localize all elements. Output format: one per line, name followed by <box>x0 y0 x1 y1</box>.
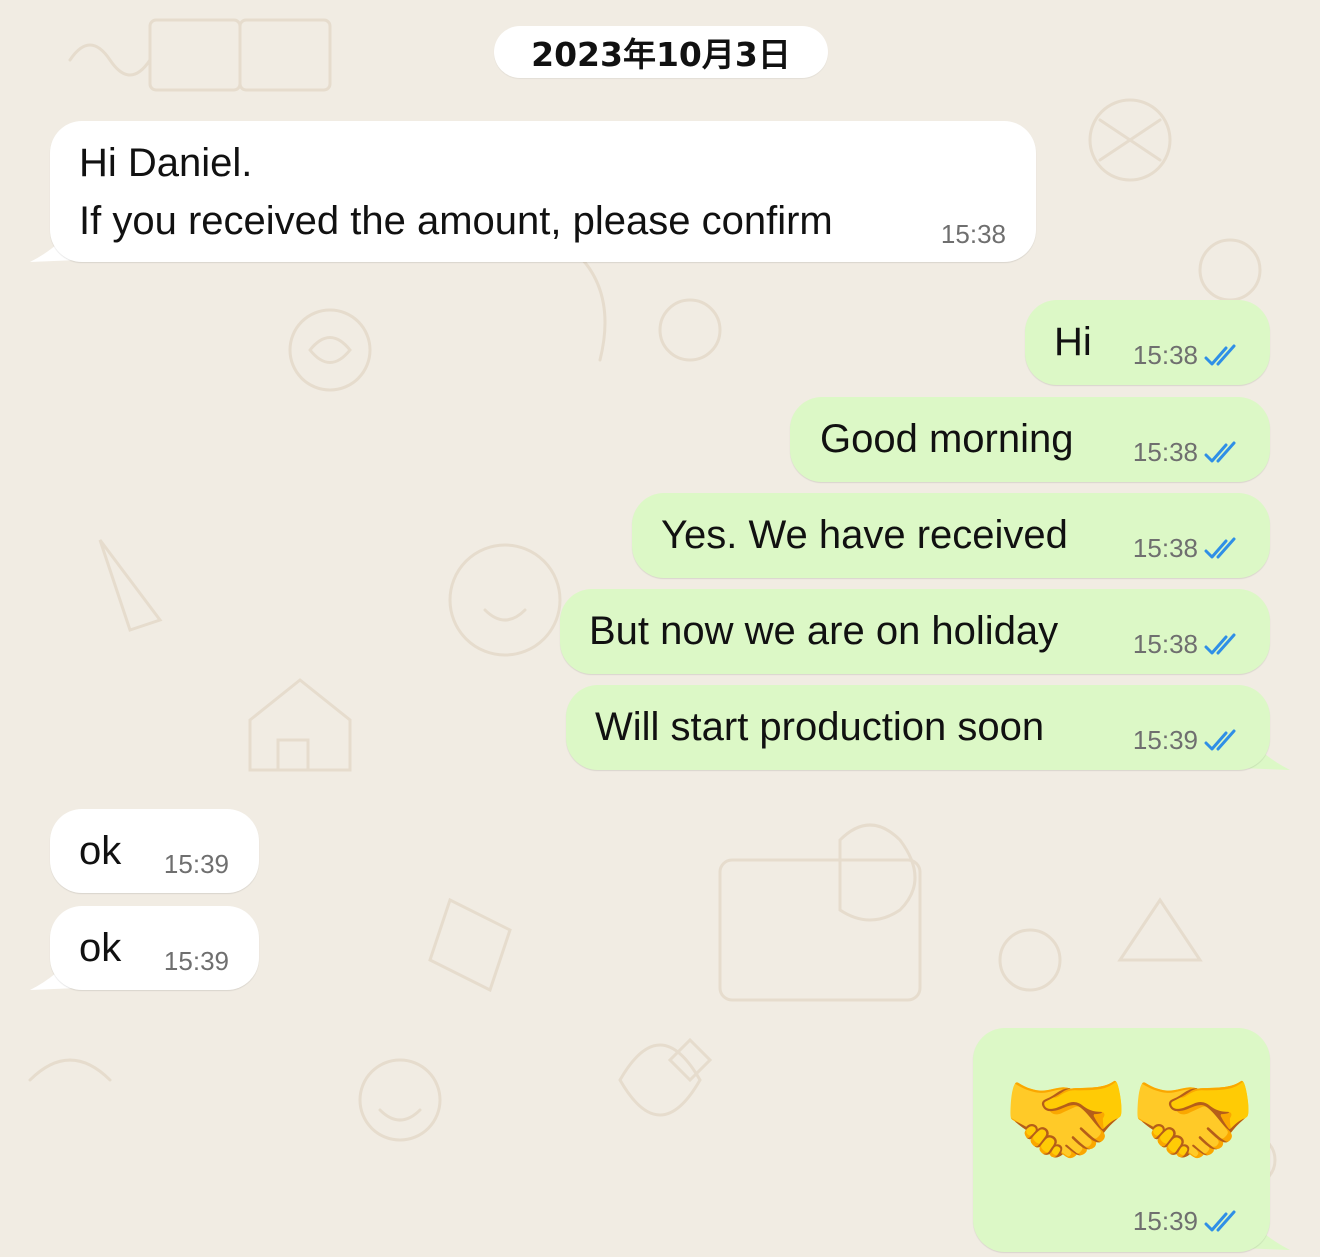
message-text: Good morning <box>820 417 1074 461</box>
double-check-icon <box>1204 633 1236 654</box>
message-meta: 15:39 <box>1133 1206 1242 1237</box>
outgoing-emoji-message[interactable]: 🤝 🤝 15:39 <box>973 1028 1270 1252</box>
double-check-icon <box>1204 1210 1236 1231</box>
handshake-emoji-1: 🤝 <box>1001 1062 1131 1178</box>
outgoing-message[interactable]: Good morning 15:38 <box>790 397 1270 482</box>
message-meta: 15:38 <box>1133 437 1242 468</box>
message-meta: 15:38 <box>1133 629 1242 660</box>
incoming-message[interactable]: Hi Daniel. If you received the amount, p… <box>50 121 1036 262</box>
outgoing-message[interactable]: But now we are on holiday 15:38 <box>560 589 1270 674</box>
message-text-line-1: Hi Daniel. <box>79 141 253 185</box>
outgoing-message[interactable]: Will start production soon 15:39 <box>566 685 1270 770</box>
message-meta: 15:38 <box>1133 533 1242 564</box>
message-meta: 15:39 <box>164 946 229 977</box>
outgoing-message[interactable]: Yes. We have received 15:38 <box>632 493 1270 578</box>
timestamp: 15:39 <box>163 946 229 976</box>
timestamp: 15:38 <box>940 219 1006 249</box>
message-text: ok <box>79 829 122 873</box>
outgoing-message[interactable]: Hi 15:38 <box>1025 300 1270 385</box>
double-check-icon <box>1204 441 1236 462</box>
message-text: ok <box>79 926 122 970</box>
message-meta: 15:39 <box>1133 725 1242 756</box>
timestamp: 15:39 <box>1132 1206 1198 1236</box>
message-text: Yes. We have received <box>661 513 1068 557</box>
message-meta: 15:38 <box>1133 340 1242 371</box>
message-text: But now we are on holiday <box>589 609 1059 653</box>
timestamp: 15:39 <box>163 849 229 879</box>
timestamp: 15:38 <box>1132 437 1198 467</box>
handshake-emoji-2: 🤝 <box>1128 1062 1258 1178</box>
double-check-icon <box>1204 344 1236 365</box>
timestamp: 15:38 <box>1132 629 1198 659</box>
double-check-icon <box>1204 537 1236 558</box>
timestamp: 15:38 <box>1132 533 1198 563</box>
message-text: Hi <box>1054 320 1092 364</box>
incoming-message[interactable]: ok 15:39 <box>50 906 259 990</box>
double-check-icon <box>1204 729 1236 750</box>
message-text-line-2: If you received the amount, please confi… <box>79 199 833 243</box>
message-meta: 15:38 <box>941 219 1006 250</box>
message-meta: 15:39 <box>164 849 229 880</box>
message-text: Will start production soon <box>595 705 1045 749</box>
date-separator: 2023年10月3日 <box>494 26 828 78</box>
incoming-message[interactable]: ok 15:39 <box>50 809 259 893</box>
timestamp: 15:39 <box>1132 725 1198 755</box>
timestamp: 15:38 <box>1132 340 1198 370</box>
